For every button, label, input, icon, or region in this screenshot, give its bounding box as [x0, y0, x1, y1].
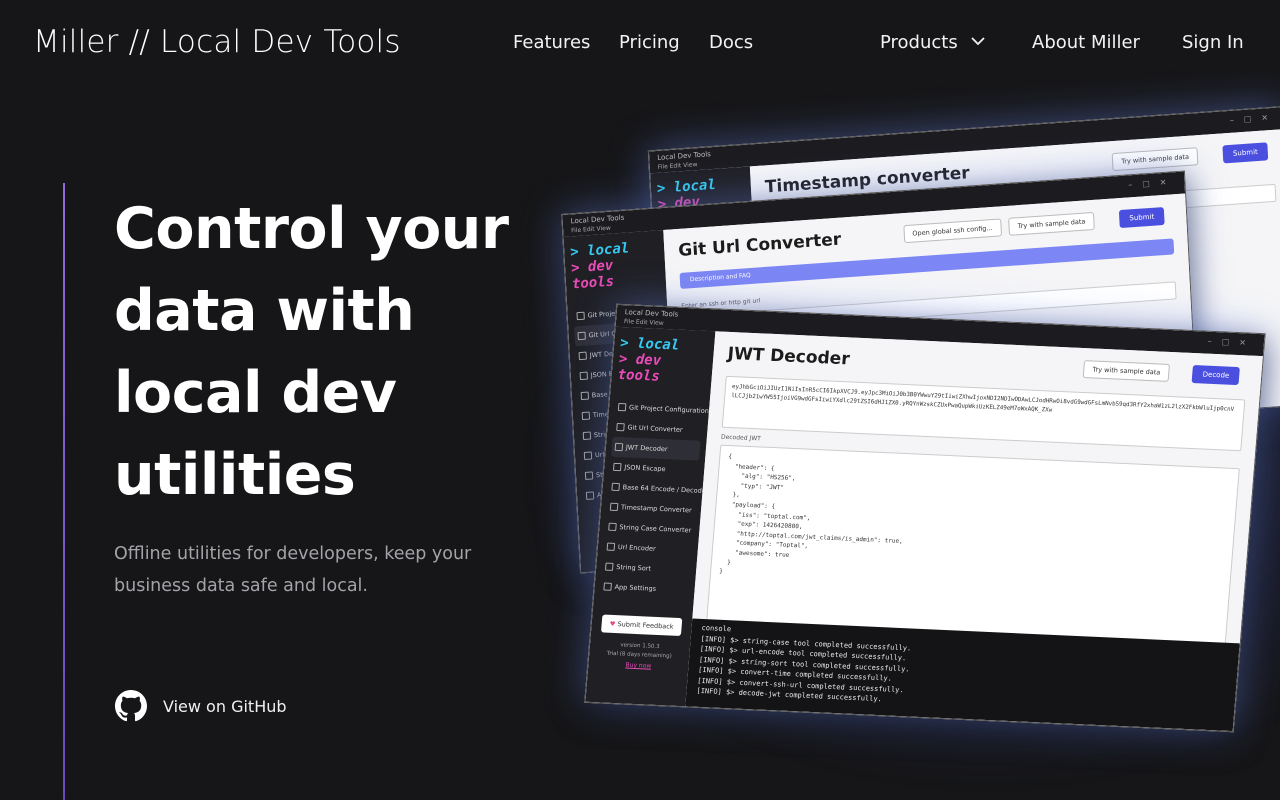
decode-button[interactable]: Decode [1191, 365, 1240, 386]
ssh-config-button[interactable]: Open global ssh config... [902, 218, 1003, 244]
github-link[interactable]: View on GitHub [115, 688, 287, 724]
nav-link-docs[interactable]: Docs [709, 32, 753, 53]
accent-divider [63, 183, 65, 800]
app-logo-line2: > dev tools [570, 257, 615, 293]
heart-icon: ♥ [609, 619, 616, 629]
nav-link-pricing[interactable]: Pricing [619, 32, 680, 53]
github-link-label: View on GitHub [163, 696, 287, 716]
submit-feedback-button[interactable]: ♥ Submit Feedback [600, 614, 683, 637]
buy-now-link[interactable]: Buy now [594, 660, 682, 671]
submit-feedback-label: Submit Feedback [617, 620, 674, 631]
github-icon [115, 690, 147, 722]
top-nav: Miller // Local Dev Tools Features Prici… [0, 0, 1280, 88]
submit-button[interactable]: Submit [1222, 142, 1269, 164]
nav-products-dropdown[interactable]: Products [880, 32, 986, 53]
nav-products-label: Products [880, 32, 958, 53]
app-window-jwt: Local Dev Tools File Edit View –□✕ > loc… [584, 303, 1266, 733]
chevron-down-icon [971, 37, 986, 46]
sign-in-link[interactable]: Sign In [1182, 32, 1244, 53]
sample-data-button[interactable]: Try with sample data [1082, 360, 1171, 382]
hero-title: Control your data with local dev utiliti… [114, 196, 509, 508]
app-logo-line2: > dev tools [617, 350, 662, 385]
submit-button[interactable]: Submit [1119, 207, 1165, 229]
nav-link-features[interactable]: Features [513, 32, 590, 53]
nav-link-about[interactable]: About Miller [1032, 32, 1140, 53]
sidebar-item-settings[interactable]: App Settings [600, 576, 690, 600]
brand-logo[interactable]: Miller // Local Dev Tools [33, 24, 401, 60]
hero-subtitle: Offline utilities for developers, keep y… [114, 544, 472, 596]
